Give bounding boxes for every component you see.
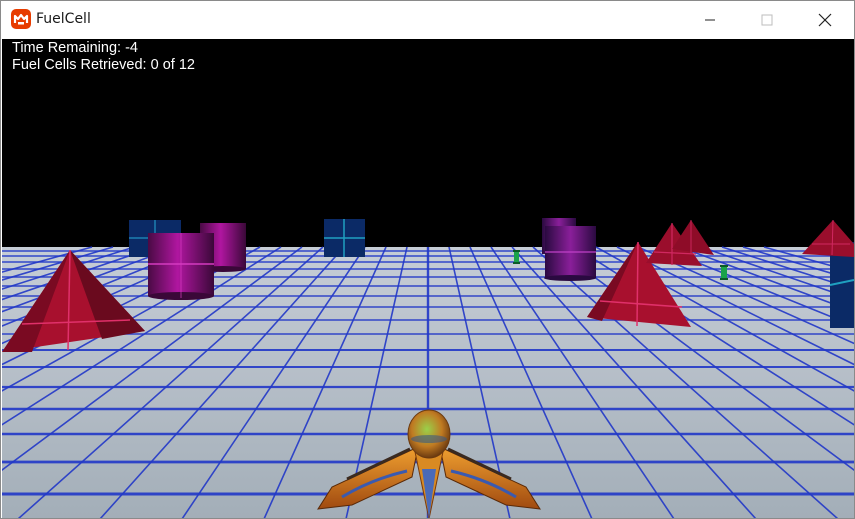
title-bar[interactable]: FuelCell — [1, 1, 854, 39]
blue-cube-barrier-center — [324, 219, 365, 257]
maximize-button[interactable] — [738, 1, 796, 39]
monogame-logo-icon — [11, 9, 31, 29]
game-viewport[interactable]: Time Remaining: -4 Fuel Cells Retrieved:… — [2, 39, 854, 518]
fuel-cell — [513, 250, 520, 264]
fuel-cells-value: 0 of 12 — [150, 57, 195, 73]
purple-cylinder-barrier-right — [544, 226, 596, 281]
game-scene — [2, 218, 854, 518]
magenta-cylinder-barrier-front — [148, 233, 214, 300]
close-button[interactable] — [796, 1, 854, 39]
hud-panel: Time Remaining: -4 Fuel Cells Retrieved:… — [12, 40, 195, 74]
time-remaining-value: -4 — [125, 40, 138, 56]
red-pyramid-barrier-far-right — [802, 219, 854, 257]
maximize-icon — [761, 14, 773, 26]
close-icon — [818, 13, 832, 27]
fuel-cells-line: Fuel Cells Retrieved: 0 of 12 — [12, 57, 195, 74]
minimize-button[interactable] — [681, 1, 739, 39]
game-window: FuelCell Time Remaining: -4 Fuel Cells R… — [0, 0, 855, 519]
fuel-cell — [720, 265, 728, 280]
minimize-icon — [704, 14, 716, 26]
fuel-cells-label: Fuel Cells Retrieved: — [12, 57, 147, 73]
time-remaining-line: Time Remaining: -4 — [12, 40, 195, 57]
window-title: FuelCell — [36, 11, 91, 27]
time-remaining-label: Time Remaining: — [12, 40, 122, 56]
